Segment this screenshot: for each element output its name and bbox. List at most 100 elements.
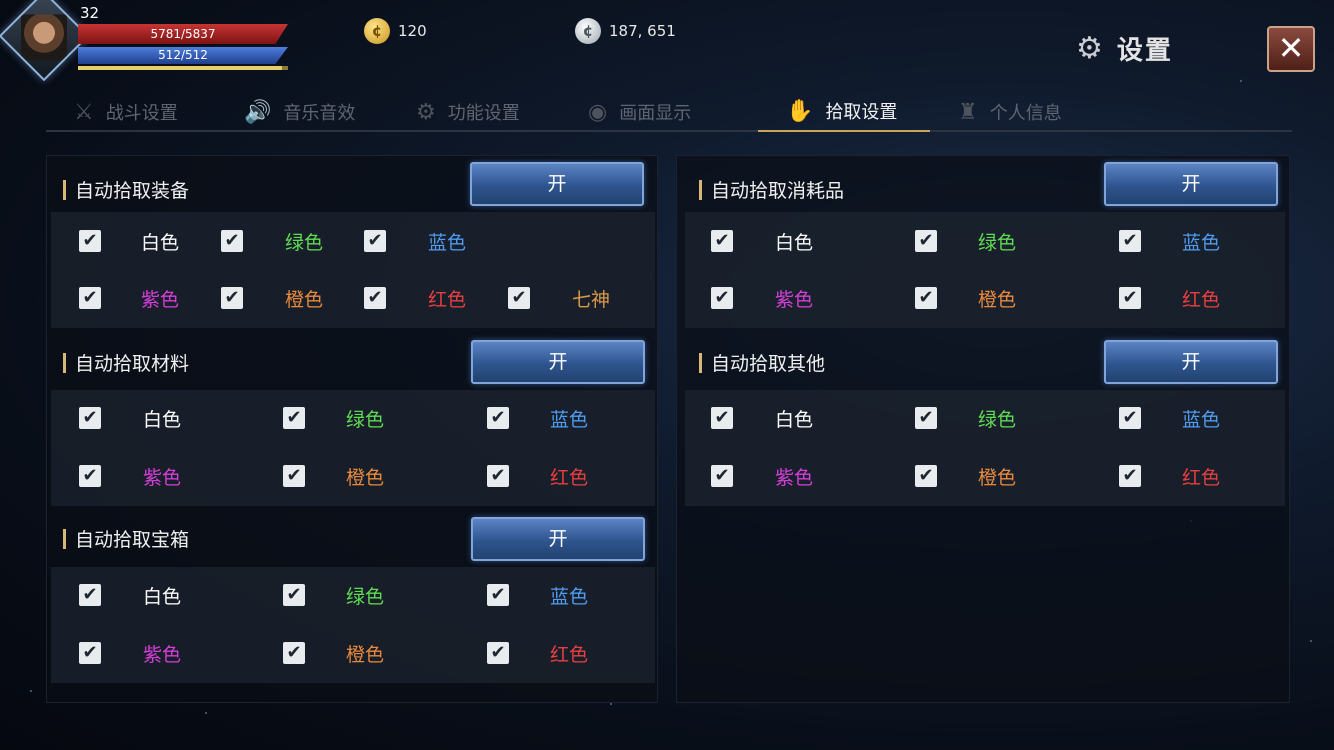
checkbox-checked-icon[interactable]: ✔ [283,584,305,606]
checkbox-checked-icon[interactable]: ✔ [487,584,509,606]
option-purple[interactable]: ✔ 紫色 [711,287,813,311]
checkbox-checked-icon[interactable]: ✔ [364,230,386,252]
option-white[interactable]: ✔ 白色 [79,584,181,608]
checkbox-checked-icon[interactable]: ✔ [1119,230,1141,252]
gears-icon: ⚙ [1076,30,1103,66]
checkbox-checked-icon[interactable]: ✔ [915,287,937,309]
option-blue[interactable]: ✔ 蓝色 [1119,230,1220,254]
option-white[interactable]: ✔ 白色 [79,230,179,254]
material-toggle-button[interactable]: 开 [471,340,645,384]
tab-display[interactable]: ◉ 画面显示 [588,92,758,132]
option-blue[interactable]: ✔ 蓝色 [1119,407,1220,431]
option-red[interactable]: ✔ 红色 [364,287,466,311]
option-label: 橙色 [346,466,385,489]
chest-toggle-button[interactable]: 开 [471,517,645,561]
option-label: 白色 [775,408,814,431]
checkbox-checked-icon[interactable]: ✔ [79,465,101,487]
checkbox-checked-icon[interactable]: ✔ [915,465,937,487]
checkbox-checked-icon[interactable]: ✔ [711,465,733,487]
silver-amount: 187, 651 [609,22,676,40]
checkbox-checked-icon[interactable]: ✔ [79,407,101,429]
option-purple[interactable]: ✔ 紫色 [79,465,181,489]
option-white[interactable]: ✔ 白色 [711,230,813,254]
option-green[interactable]: ✔ 绿色 [915,230,1016,254]
option-blue[interactable]: ✔ 蓝色 [487,584,588,608]
option-white[interactable]: ✔ 白色 [711,407,813,431]
checkbox-checked-icon[interactable]: ✔ [221,230,243,252]
checkbox-checked-icon[interactable]: ✔ [79,287,101,309]
top-hud: 32 5781/5837 512/512 ¢ 120 ¢ 187, 651 ⚙ … [0,0,1334,90]
other-toggle-button[interactable]: 开 [1104,340,1278,384]
checkbox-checked-icon[interactable]: ✔ [711,407,733,429]
option-orange[interactable]: ✔ 橙色 [283,465,384,489]
gear-icon: ⚙ [416,99,436,125]
checkbox-checked-icon[interactable]: ✔ [508,287,530,309]
checkbox-checked-icon[interactable]: ✔ [487,465,509,487]
other-options: ✔ 白色 ✔ 绿色 ✔ 蓝色 ✔ 紫色 ✔ 橙色 ✔ 红色 [685,390,1285,506]
consumable-toggle-button[interactable]: 开 [1104,162,1278,206]
checkbox-checked-icon[interactable]: ✔ [1119,287,1141,309]
silver-coin-icon: ¢ [575,18,601,44]
option-orange[interactable]: ✔ 橙色 [283,642,384,666]
checkbox-checked-icon[interactable]: ✔ [915,230,937,252]
section-title: 自动拾取材料 [75,353,190,375]
option-red[interactable]: ✔ 红色 [1119,287,1220,311]
checkbox-checked-icon[interactable]: ✔ [487,407,509,429]
option-purple[interactable]: ✔ 紫色 [711,465,813,489]
option-green[interactable]: ✔ 绿色 [283,584,384,608]
option-purple[interactable]: ✔ 紫色 [79,642,181,666]
option-orange[interactable]: ✔ 橙色 [915,465,1016,489]
checkbox-checked-icon[interactable]: ✔ [283,642,305,664]
option-label: 蓝色 [1182,408,1221,431]
option-red[interactable]: ✔ 红色 [487,465,588,489]
tab-label: 拾取设置 [825,102,898,123]
checkbox-checked-icon[interactable]: ✔ [364,287,386,309]
checkbox-checked-icon[interactable]: ✔ [221,287,243,309]
speaker-icon: 🔊 [244,99,272,125]
option-red[interactable]: ✔ 红色 [1119,465,1220,489]
option-blue[interactable]: ✔ 蓝色 [487,407,588,431]
checkbox-checked-icon[interactable]: ✔ [79,584,101,606]
tab-function[interactable]: ⚙ 功能设置 [416,92,588,132]
section-other-header: 自动拾取其他 [699,349,825,376]
tab-battle[interactable]: ⚔ 战斗设置 [74,92,244,132]
option-label: 蓝色 [550,408,589,431]
option-seven-gods[interactable]: ✔ 七神 [508,287,610,311]
section-title: 自动拾取其他 [711,353,826,375]
page-title: 设置 [1116,36,1173,66]
tab-audio[interactable]: 🔊 音乐音效 [244,92,416,132]
option-orange[interactable]: ✔ 橙色 [221,287,323,311]
tab-profile[interactable]: ♜ 个人信息 [930,92,1100,132]
checkbox-checked-icon[interactable]: ✔ [1119,465,1141,487]
option-label: 红色 [550,643,589,666]
option-green[interactable]: ✔ 绿色 [915,407,1016,431]
avatar[interactable] [0,0,90,82]
option-orange[interactable]: ✔ 橙色 [915,287,1016,311]
close-button[interactable]: ✕ [1267,26,1315,72]
checkbox-checked-icon[interactable]: ✔ [283,465,305,487]
option-label: 蓝色 [1182,231,1221,254]
section-marker [63,352,66,373]
checkbox-checked-icon[interactable]: ✔ [711,230,733,252]
option-label: 橙色 [346,643,385,666]
option-red[interactable]: ✔ 红色 [487,642,588,666]
section-marker [63,179,66,200]
equipment-toggle-button[interactable]: 开 [470,162,644,206]
option-blue[interactable]: ✔ 蓝色 [364,230,466,254]
checkbox-checked-icon[interactable]: ✔ [1119,407,1141,429]
checkbox-checked-icon[interactable]: ✔ [79,230,101,252]
checkbox-checked-icon[interactable]: ✔ [487,642,509,664]
option-white[interactable]: ✔ 白色 [79,407,181,431]
checkbox-checked-icon[interactable]: ✔ [79,642,101,664]
option-label: 橙色 [978,466,1017,489]
option-purple[interactable]: ✔ 紫色 [79,287,179,311]
tab-pickup[interactable]: ✋ 拾取设置 [758,92,930,132]
checkbox-checked-icon[interactable]: ✔ [283,407,305,429]
option-green[interactable]: ✔ 绿色 [221,230,323,254]
checkbox-checked-icon[interactable]: ✔ [711,287,733,309]
option-green[interactable]: ✔ 绿色 [283,407,384,431]
checkbox-checked-icon[interactable]: ✔ [915,407,937,429]
section-equipment-header: 自动拾取装备 [63,176,189,203]
option-label: 蓝色 [428,231,467,254]
settings-header: ⚙ 设置 [1076,30,1173,67]
